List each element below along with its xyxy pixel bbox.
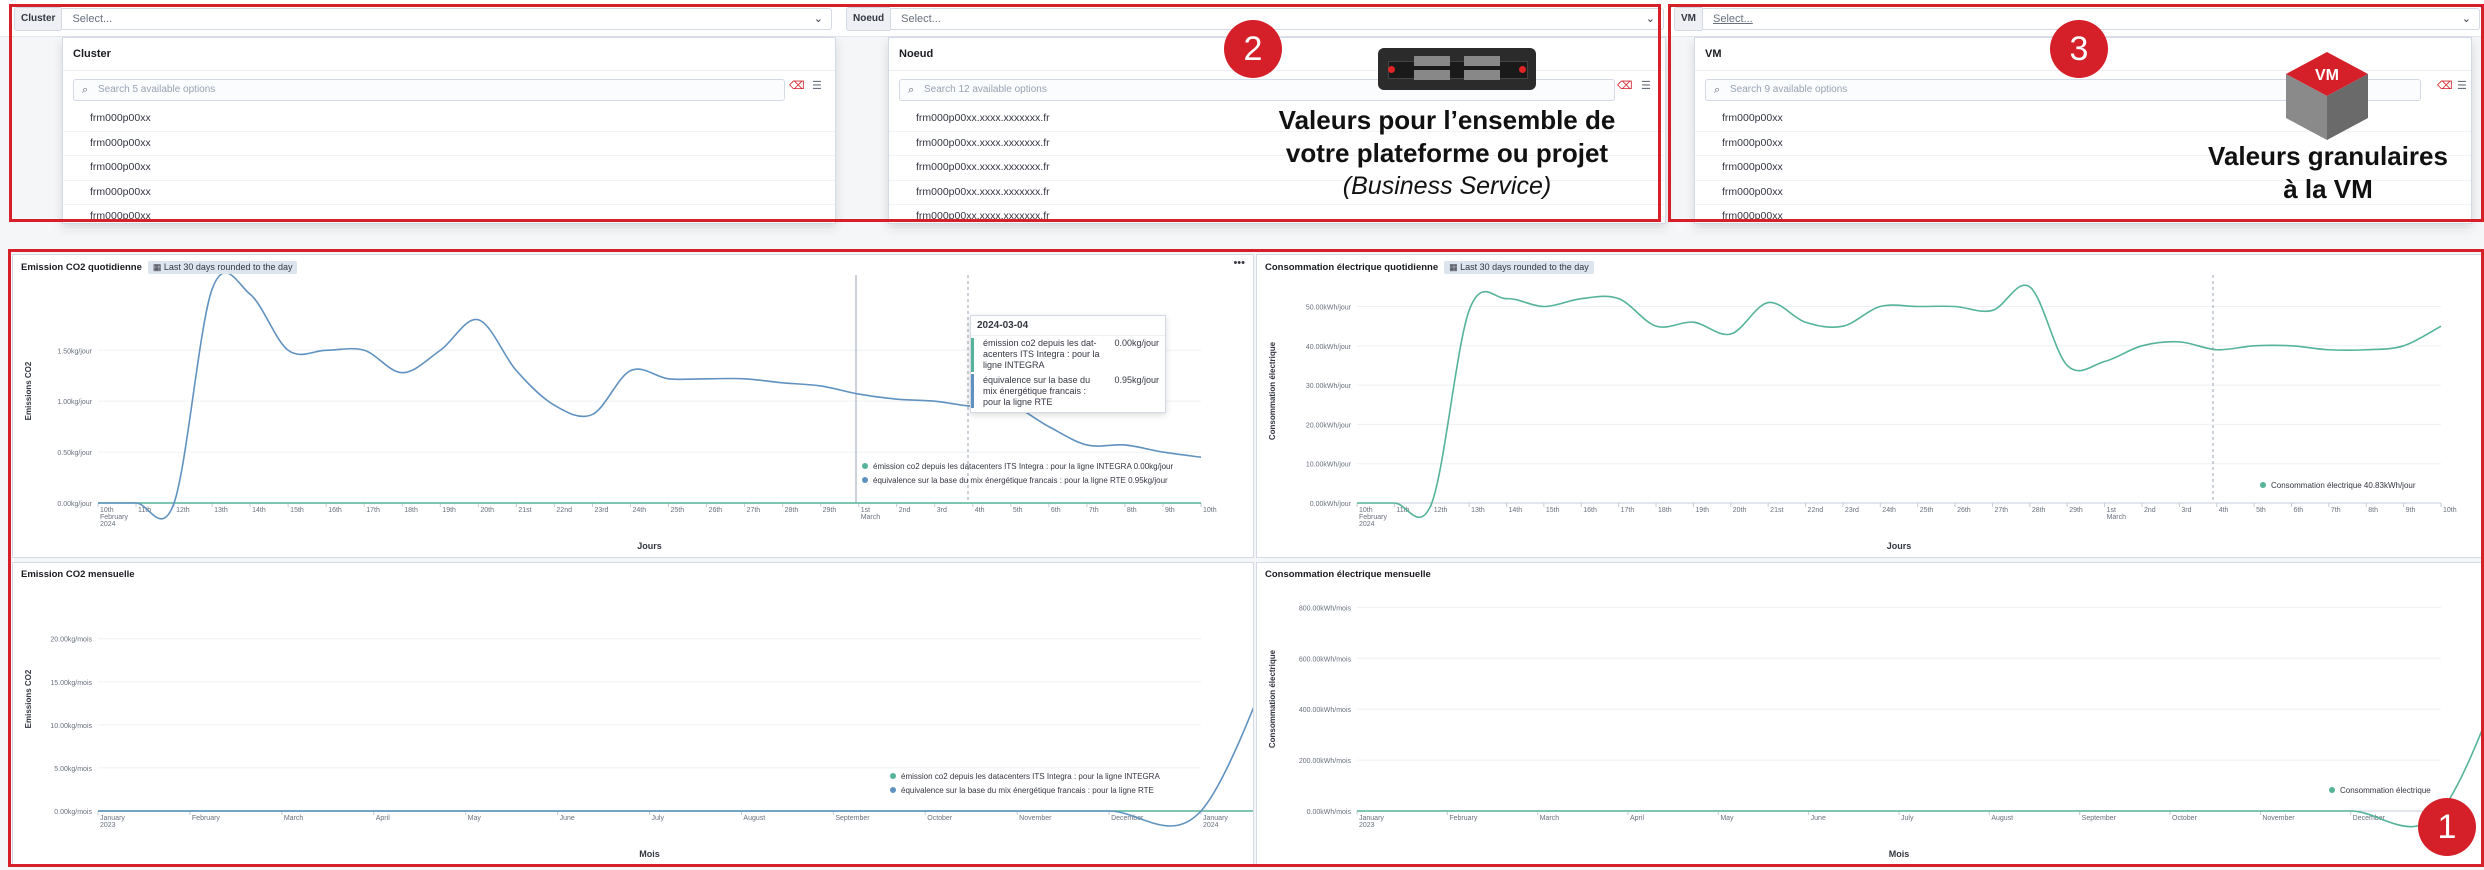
annotation-line: à la VM [2283, 174, 2373, 204]
vm-cube-icon: VM [2286, 52, 2368, 140]
annotation-line: votre plateforme ou projet [1285, 138, 1609, 168]
server-icon [1378, 48, 1536, 90]
annotation-line: (Business Service) [1342, 172, 1552, 200]
annotation-text-vm: Valeurs granulaires à la VM [2178, 140, 2478, 206]
annotation-line: Valeurs granulaires [2208, 141, 2448, 171]
annotation-box-charts [8, 249, 2484, 867]
vm-cube-label: VM [2315, 67, 2339, 84]
annotation-badge-1: 1 [2418, 798, 2476, 856]
annotation-text-platform: Valeurs pour l’ensemble de votre platefo… [1242, 104, 1652, 203]
annotation-badge-3: 3 [2050, 20, 2108, 78]
annotation-badge-2: 2 [1224, 20, 1282, 78]
annotation-line: Valeurs pour l’ensemble de [1278, 105, 1616, 135]
